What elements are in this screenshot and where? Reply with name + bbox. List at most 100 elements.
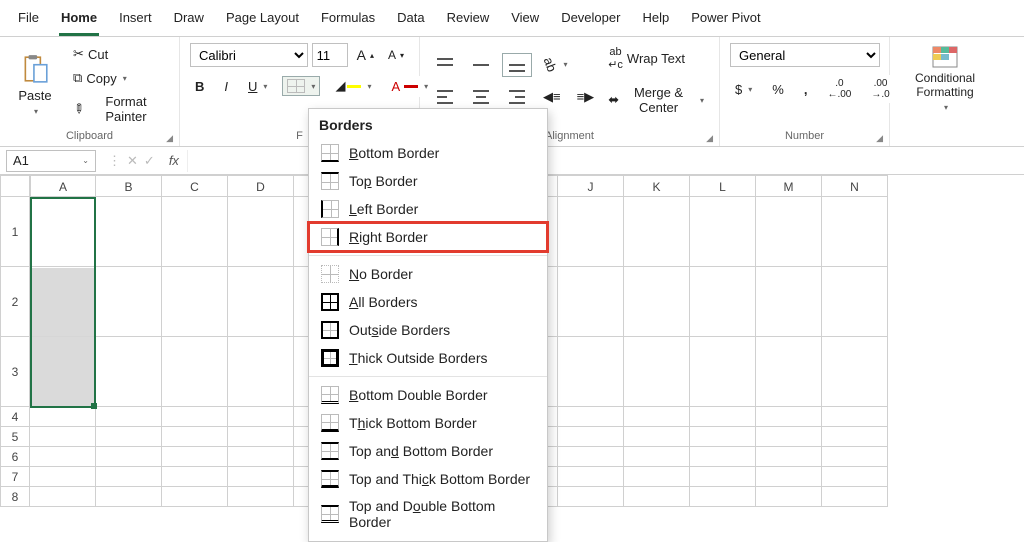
cell[interactable] [96,407,162,427]
format-painter-button[interactable]: Format Painter [68,91,169,127]
cell[interactable] [162,407,228,427]
align-middle-button[interactable] [466,53,496,77]
cell[interactable] [162,197,228,267]
tab-view[interactable]: View [509,6,541,36]
decrease-font-button[interactable]: A▾ [383,45,409,65]
cell[interactable] [624,467,690,487]
comma-button[interactable]: , [799,79,813,100]
underline-button[interactable]: U▾ [243,76,272,97]
cell[interactable] [558,467,624,487]
cell[interactable] [624,407,690,427]
cell[interactable] [624,267,690,337]
menu-item-thick-outside-borders[interactable]: Thick Outside Borders [309,344,547,372]
align-top-button[interactable] [430,53,460,77]
dialog-launcher-icon[interactable]: ◢ [166,133,173,144]
menu-item-outside-borders[interactable]: Outside Borders [309,316,547,344]
tab-draw[interactable]: Draw [172,6,206,36]
cell[interactable] [558,267,624,337]
cell[interactable] [690,447,756,467]
number-format-select[interactable]: General [730,43,880,67]
align-right-button[interactable] [502,85,532,109]
enter-icon[interactable]: ✓ [138,153,161,169]
bold-button[interactable]: B [190,76,209,97]
cell[interactable] [558,407,624,427]
align-center-button[interactable] [466,85,496,109]
cell[interactable] [624,427,690,447]
menu-item-top-and-thick-bottom-border[interactable]: Top and Thick Bottom Border [309,465,547,493]
cell[interactable] [624,487,690,507]
cell[interactable] [30,427,96,447]
cell[interactable] [822,197,888,267]
accounting-button[interactable]: $▾ [730,79,757,100]
row-header[interactable]: 8 [0,487,30,507]
cell[interactable] [558,337,624,407]
cell[interactable] [162,467,228,487]
cell[interactable] [228,467,294,487]
row-header[interactable]: 5 [0,427,30,447]
cell[interactable] [756,407,822,427]
copy-button[interactable]: Copy▾ [68,67,169,89]
cell[interactable] [756,447,822,467]
row-header[interactable]: 3 [0,337,30,407]
cell[interactable] [30,467,96,487]
cell[interactable] [30,487,96,507]
cell[interactable] [162,447,228,467]
cell[interactable] [30,197,96,267]
fill-color-button[interactable]: ◢▾ [330,75,376,97]
cell[interactable] [624,197,690,267]
column-header[interactable]: L [690,175,756,197]
cell[interactable] [756,197,822,267]
cell[interactable] [558,447,624,467]
cell[interactable] [96,197,162,267]
row-header[interactable]: 6 [0,447,30,467]
tab-review[interactable]: Review [445,6,492,36]
tab-power-pivot[interactable]: Power Pivot [689,6,762,36]
column-header[interactable]: B [96,175,162,197]
column-header[interactable]: N [822,175,888,197]
cell[interactable] [228,487,294,507]
cell[interactable] [162,427,228,447]
tab-formulas[interactable]: Formulas [319,6,377,36]
paste-button[interactable]: Paste ▾ [10,49,60,121]
increase-indent-button[interactable]: ≡▶ [572,86,600,108]
menu-item-right-border[interactable]: Right Border [309,223,547,251]
cell[interactable] [624,337,690,407]
column-header[interactable]: C [162,175,228,197]
cell[interactable] [96,487,162,507]
align-bottom-button[interactable] [502,53,532,77]
cell[interactable] [690,487,756,507]
cell[interactable] [756,427,822,447]
cell[interactable] [228,267,294,337]
row-header[interactable]: 4 [0,407,30,427]
cell[interactable] [690,427,756,447]
increase-decimal-button[interactable]: .0←.00 [822,75,856,103]
cell[interactable] [756,487,822,507]
cancel-icon[interactable]: ✕ [127,153,138,169]
cell[interactable] [162,337,228,407]
cell[interactable] [690,197,756,267]
menu-item-all-borders[interactable]: All Borders [309,288,547,316]
increase-font-button[interactable]: A▴ [352,44,379,66]
font-name-select[interactable]: Calibri [190,43,308,67]
align-left-button[interactable] [430,85,460,109]
cell[interactable] [162,487,228,507]
tab-insert[interactable]: Insert [117,6,154,36]
conditional-formatting-button[interactable]: Conditional Formatting▾ [900,43,990,115]
fx-icon[interactable]: fx [161,153,187,168]
merge-center-button[interactable]: ⬌Merge & Center▾ [603,82,709,118]
column-header[interactable]: M [756,175,822,197]
cell[interactable] [756,267,822,337]
column-header[interactable]: K [624,175,690,197]
tab-help[interactable]: Help [640,6,671,36]
cell[interactable] [822,447,888,467]
cell[interactable] [96,267,162,337]
cell[interactable] [822,267,888,337]
cell[interactable] [228,427,294,447]
cell[interactable] [822,487,888,507]
name-box[interactable]: A1⌄ [6,150,96,172]
cell[interactable] [30,407,96,427]
cell[interactable] [96,337,162,407]
cell[interactable] [228,447,294,467]
orientation-button[interactable]: ab▾ [538,54,572,75]
cut-button[interactable]: Cut [68,43,169,65]
